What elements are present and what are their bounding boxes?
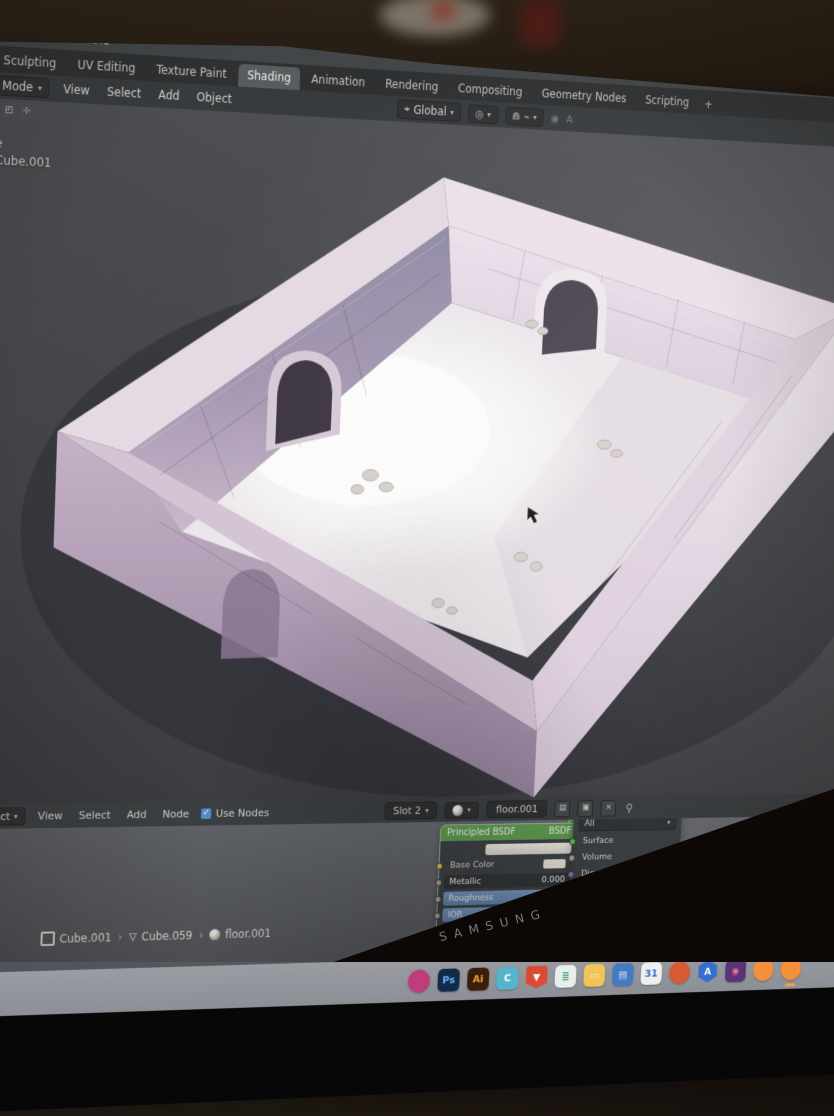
material-slot-dropdown[interactable]: Slot 2 ▾ xyxy=(385,802,437,820)
file-explorer-icon[interactable]: ▭ xyxy=(583,963,605,986)
chevron-down-icon: ▾ xyxy=(467,806,471,814)
brave-shield-icon[interactable]: ▼ xyxy=(525,965,547,988)
input-surface[interactable]: Surface xyxy=(577,833,675,848)
material-icon xyxy=(452,804,463,815)
node-menu-select[interactable]: Select xyxy=(75,807,115,824)
capcut-icon[interactable]: C xyxy=(496,966,519,989)
menu-view[interactable]: View xyxy=(59,80,94,100)
orientation-label: Global xyxy=(413,103,447,119)
shader-type-label: Object xyxy=(0,810,10,823)
proportional-editing-icon[interactable]: ◉ xyxy=(551,112,560,125)
fake-user-button[interactable]: ▣ xyxy=(578,800,594,817)
node-menu-view[interactable]: View xyxy=(34,808,67,825)
unlink-material-button[interactable]: × xyxy=(601,800,617,817)
breadcrumb-object[interactable]: Cube.001 xyxy=(40,930,111,946)
calendar-icon[interactable]: 31 xyxy=(640,962,662,985)
taskbar-icons: Ps Ai C ▼ ≣ ▭ ▤ 31 A ◉ xyxy=(408,957,802,992)
viewport-3d-scene[interactable] xyxy=(0,95,834,806)
chevron-down-icon: ▾ xyxy=(38,83,42,92)
node-title: Principled BSDF xyxy=(447,827,516,838)
chevron-down-icon: ▾ xyxy=(14,812,18,821)
mode-label: Object Mode xyxy=(0,76,33,94)
slot-label: Slot 2 xyxy=(393,805,421,817)
bsdf-output-label: BSDF xyxy=(549,826,572,836)
menu-object[interactable]: Object xyxy=(192,88,235,108)
photos-icon[interactable]: ▤ xyxy=(612,962,634,985)
hex-a-app-icon[interactable]: A xyxy=(697,960,719,983)
chevron-down-icon: ▾ xyxy=(425,806,429,814)
pink-app-icon[interactable] xyxy=(408,969,431,993)
base-color-swatch[interactable] xyxy=(485,843,571,856)
tool-select-lasso-icon[interactable]: ◰ xyxy=(1,103,16,119)
vector-socket[interactable] xyxy=(567,870,574,877)
use-nodes-label: Use Nodes xyxy=(215,807,269,820)
material-browse-dropdown[interactable]: ▾ xyxy=(444,801,479,818)
orientation-dropdown[interactable]: ⌖ Global ▾ xyxy=(397,99,462,122)
shader-socket[interactable] xyxy=(568,854,575,861)
chevron-down-icon: ▾ xyxy=(533,113,537,122)
breadcrumb-material[interactable]: floor.001 xyxy=(209,926,271,941)
mode-dropdown[interactable]: Object Mode ▾ xyxy=(0,71,50,98)
shader-socket[interactable] xyxy=(569,837,576,844)
chevron-down-icon: ▾ xyxy=(450,108,454,117)
shader-type-dropdown[interactable]: Object ▾ xyxy=(0,807,26,826)
tool-cursor-icon[interactable]: ⊹ xyxy=(19,104,34,120)
notes-icon[interactable]: ≣ xyxy=(554,964,576,987)
node-menu-node[interactable]: Node xyxy=(158,806,193,823)
breadcrumb-mesh[interactable]: ▽ Cube.059 xyxy=(129,928,193,943)
breadcrumb-separator: › xyxy=(199,928,204,941)
checkbox-checked-icon: ✓ xyxy=(201,808,212,819)
illustrator-icon[interactable]: Ai xyxy=(467,967,490,990)
magnet-icon: ⋒ xyxy=(512,109,521,122)
node-menu-add[interactable]: Add xyxy=(123,806,151,823)
desk-object xyxy=(430,2,456,20)
color-socket[interactable] xyxy=(436,862,443,870)
pivot-dropdown[interactable]: ◎ ▾ xyxy=(468,104,499,124)
pin-icon[interactable]: ⚲ xyxy=(625,801,633,814)
value-socket[interactable] xyxy=(434,895,441,903)
desk-object xyxy=(520,0,560,46)
panel-coat[interactable]: ›Coat xyxy=(433,1001,569,1018)
new-material-button[interactable]: ▤ xyxy=(555,800,571,817)
viewport-info-overlay: r Perspective Collection | Cube.001 deri… xyxy=(0,131,52,189)
camera-app-icon[interactable]: ◉ xyxy=(725,959,747,982)
photoshop-icon[interactable]: Ps xyxy=(437,968,460,992)
viewport-3d[interactable]: ▣ ▢ ◌ ◰ ⊹ r Perspective Collection | Cub… xyxy=(0,95,834,806)
material-icon xyxy=(209,928,220,940)
overlay-toggle-icon[interactable]: A xyxy=(566,113,573,126)
use-nodes-toggle[interactable]: ✓ Use Nodes xyxy=(201,807,270,820)
breadcrumb-separator: › xyxy=(118,930,123,943)
base-color-value[interactable] xyxy=(543,859,566,869)
menu-add[interactable]: Add xyxy=(154,86,183,106)
chevron-down-icon: ▾ xyxy=(487,110,491,119)
snap-dropdown[interactable]: ⋒ ⌁ ▾ xyxy=(505,106,545,127)
pivot-point-icon: ◎ xyxy=(475,107,484,120)
input-metallic[interactable]: Metallic 0.000 xyxy=(444,873,571,889)
input-base-color[interactable]: Base Color xyxy=(444,856,571,872)
value-socket[interactable] xyxy=(435,879,442,887)
value-socket[interactable] xyxy=(434,912,441,920)
powerpoint-icon[interactable] xyxy=(669,961,691,984)
material-name-field[interactable]: floor.001 xyxy=(486,800,548,818)
snap-target-icon: ⌁ xyxy=(524,110,530,123)
nodetree-icon: ▽ xyxy=(129,930,137,943)
add-workspace-button[interactable]: + xyxy=(699,94,718,116)
menu-select[interactable]: Select xyxy=(103,82,145,102)
object-icon xyxy=(40,931,55,946)
orientation-axes-icon: ⌖ xyxy=(404,102,410,116)
